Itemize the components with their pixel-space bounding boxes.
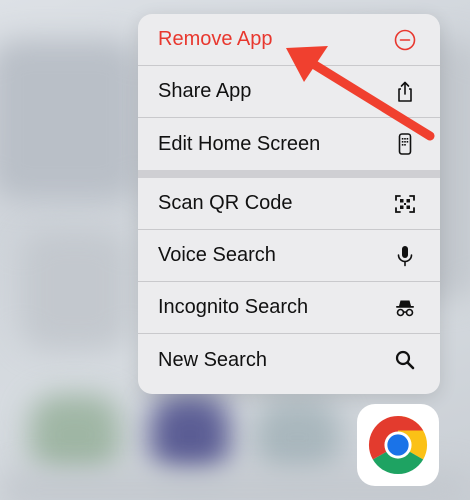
menu-item-label: Scan QR Code: [158, 192, 293, 214]
incognito-icon: [392, 295, 418, 321]
menu-item-label: Voice Search: [158, 244, 276, 266]
menu-item-label: New Search: [158, 348, 267, 371]
share-app-menu-item[interactable]: Share App: [138, 66, 440, 118]
menu-item-label: Share App: [158, 80, 252, 102]
menu-item-label: Remove App: [158, 28, 273, 50]
incognito-search-menu-item[interactable]: Incognito Search: [138, 282, 440, 334]
voice-search-menu-item[interactable]: Voice Search: [138, 230, 440, 282]
search-icon: [392, 347, 418, 373]
qr-scan-icon: [392, 191, 418, 217]
microphone-icon: [392, 243, 418, 269]
menu-item-label: Incognito Search: [158, 296, 309, 318]
minus-circle-icon: [392, 27, 418, 53]
remove-app-menu-item[interactable]: Remove App: [138, 14, 440, 66]
menu-section-separator: [138, 170, 440, 178]
app-context-menu: Remove App Share App Edit Home Screen Sc…: [138, 14, 440, 394]
phone-icon: [392, 131, 418, 157]
new-search-menu-item[interactable]: New Search: [138, 334, 440, 386]
scan-qr-code-menu-item[interactable]: Scan QR Code: [138, 178, 440, 230]
edit-home-screen-menu-item[interactable]: Edit Home Screen: [138, 118, 440, 170]
chrome-app-icon[interactable]: [357, 404, 439, 486]
menu-item-label: Edit Home Screen: [158, 132, 321, 155]
chrome-icon: [368, 415, 428, 475]
share-icon: [392, 79, 418, 105]
